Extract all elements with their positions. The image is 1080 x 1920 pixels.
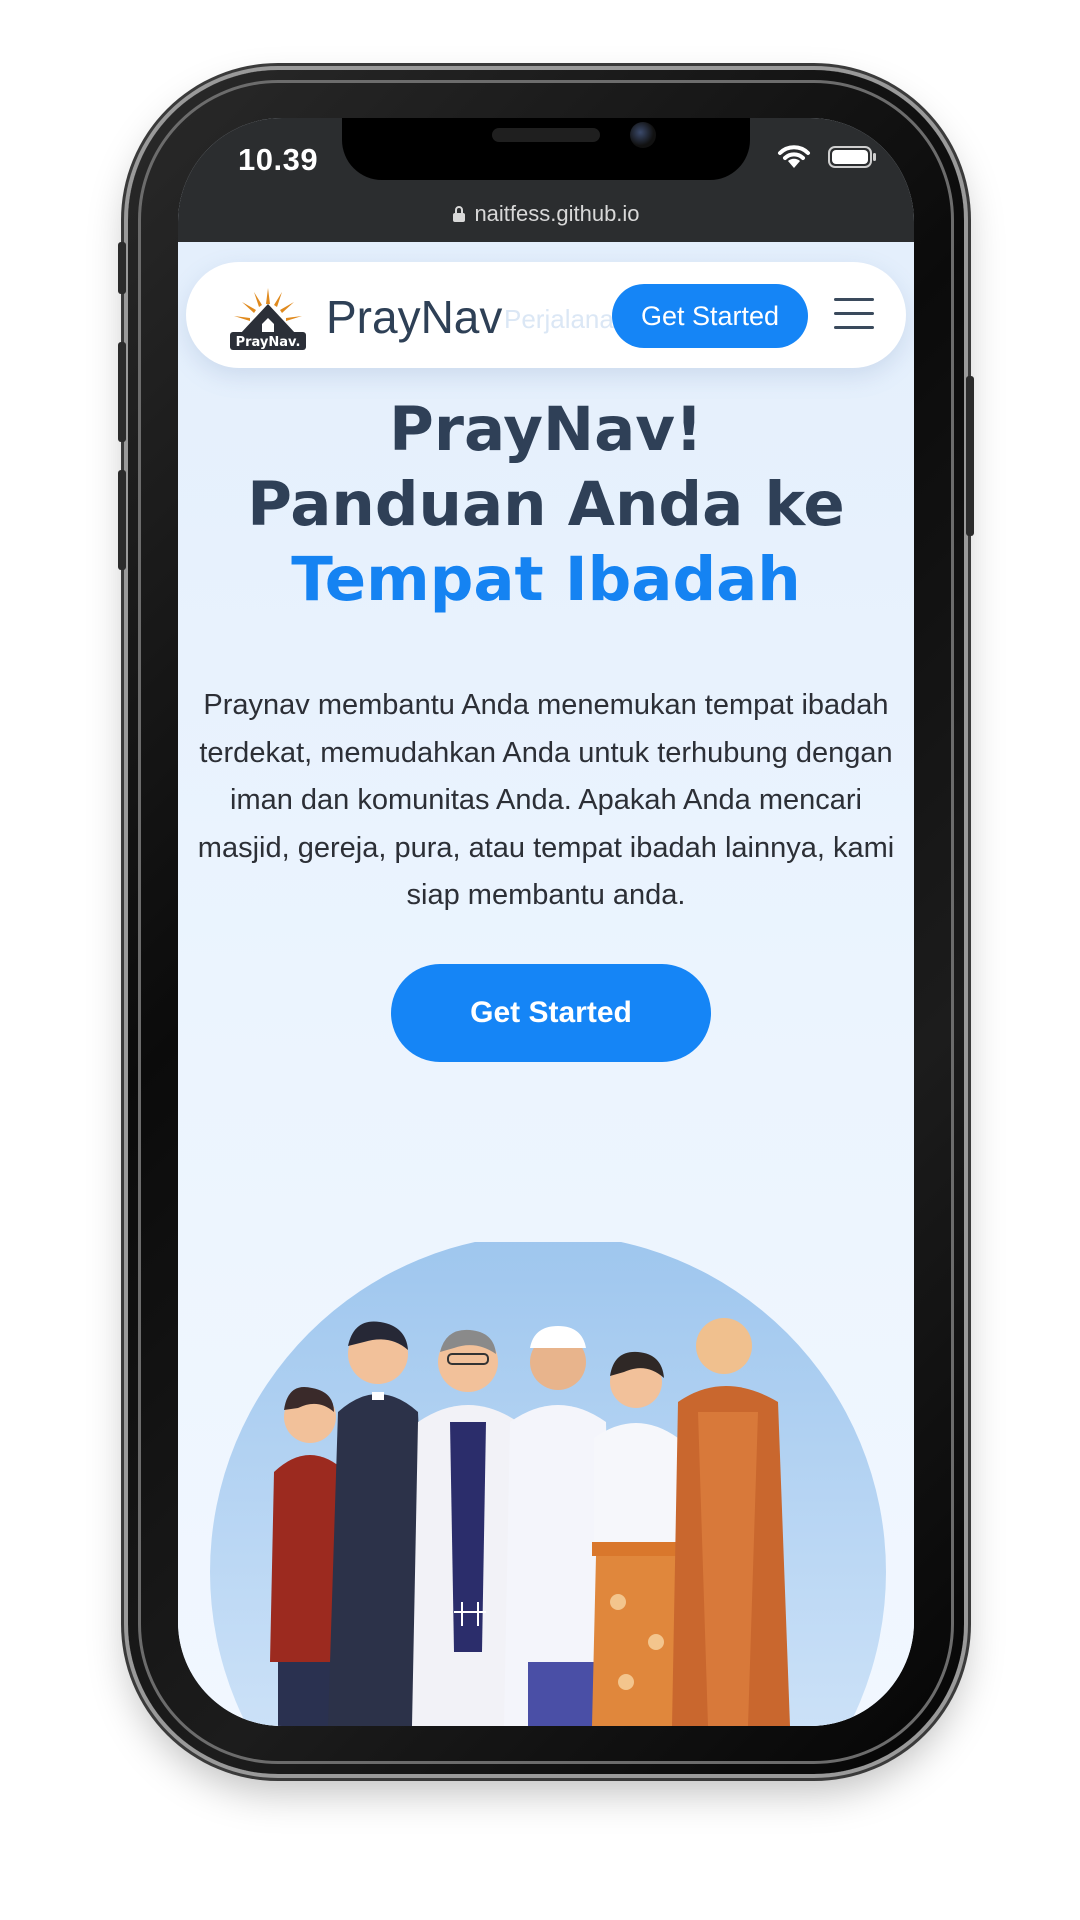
lock-icon: [453, 206, 466, 222]
url-text: naitfess.github.io: [474, 201, 640, 226]
status-bar: 10.39 naitfess.github.io: [178, 118, 914, 242]
phone-frame: 10.39 naitfess.github.io PrayNav. Perjal…: [118, 70, 974, 1774]
hamburger-icon[interactable]: [834, 298, 874, 332]
notch: [342, 118, 750, 180]
nav-ghost-text: Perjalanan: [504, 304, 629, 334]
side-button-volume-down: [118, 470, 126, 570]
worshippers-illustration: [210, 1242, 886, 1726]
wifi-icon: [778, 145, 810, 168]
side-button-volume-up: [118, 342, 126, 442]
side-button-power: [966, 376, 974, 536]
hero-title-line-1: PrayNav!: [389, 394, 703, 465]
status-time: 10.39: [238, 142, 319, 177]
side-button-mute: [118, 242, 126, 294]
battery-icon: [828, 146, 876, 168]
web-page: PrayNav. Perjalanan PrayNav Get Started …: [178, 242, 914, 1726]
nav-get-started-button[interactable]: Get Started: [612, 284, 808, 348]
hero-description: Praynav membantu Anda menemukan tempat i…: [197, 689, 895, 911]
navbar: PrayNav. Perjalanan PrayNav Get Started: [186, 262, 906, 368]
hero-get-started-button[interactable]: Get Started: [391, 964, 711, 1062]
logo-text: PrayNav.: [236, 335, 301, 350]
speaker-grille: [492, 128, 600, 142]
hero-title-line-2: Panduan Anda ke: [247, 469, 845, 540]
screen: 10.39 naitfess.github.io PrayNav. Perjal…: [178, 118, 914, 1726]
address-bar[interactable]: naitfess.github.io: [178, 194, 914, 234]
praynav-logo[interactable]: PrayNav.: [226, 282, 310, 354]
front-camera: [630, 122, 656, 148]
hero-title: PrayNav! Panduan Anda ke Tempat Ibadah: [178, 392, 914, 617]
brand-name[interactable]: PrayNav: [326, 290, 502, 344]
hero-title-accent: Tempat Ibadah: [291, 544, 801, 615]
